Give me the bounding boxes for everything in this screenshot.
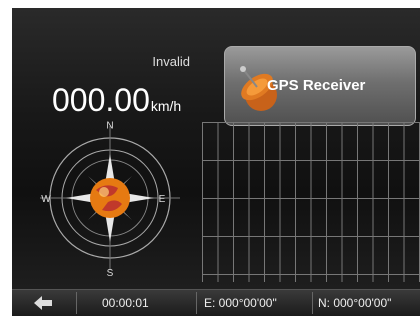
bar-divider xyxy=(312,292,313,314)
gps-screen: Invalid 000.00km/h GPS Receiver N S E W … xyxy=(12,8,420,316)
gps-receiver-button[interactable]: GPS Receiver xyxy=(224,46,416,126)
compass-east-label: E xyxy=(159,194,166,205)
satellite-signal-grid xyxy=(202,122,420,282)
compass-south-label: S xyxy=(107,268,114,278)
east-coordinate: E: 000°00'00" xyxy=(204,296,277,310)
compass: N S E W xyxy=(40,118,180,279)
bar-divider xyxy=(196,292,197,314)
speed-display: 000.00km/h xyxy=(52,82,181,119)
bar-divider xyxy=(76,292,77,314)
bottom-status-bar: 00:00:01 E: 000°00'00" N: 000°00'00" xyxy=(12,289,420,316)
north-coordinate: N: 000°00'00" xyxy=(318,296,392,310)
speed-unit: km/h xyxy=(150,98,182,114)
signal-status: Invalid xyxy=(152,54,190,69)
compass-west-label: W xyxy=(41,194,51,205)
back-arrow-icon[interactable] xyxy=(32,294,54,312)
elapsed-time: 00:00:01 xyxy=(102,296,149,310)
speed-value: 000.00 xyxy=(52,82,150,118)
compass-north-label: N xyxy=(106,120,113,131)
gps-receiver-label: GPS Receiver xyxy=(267,77,366,94)
